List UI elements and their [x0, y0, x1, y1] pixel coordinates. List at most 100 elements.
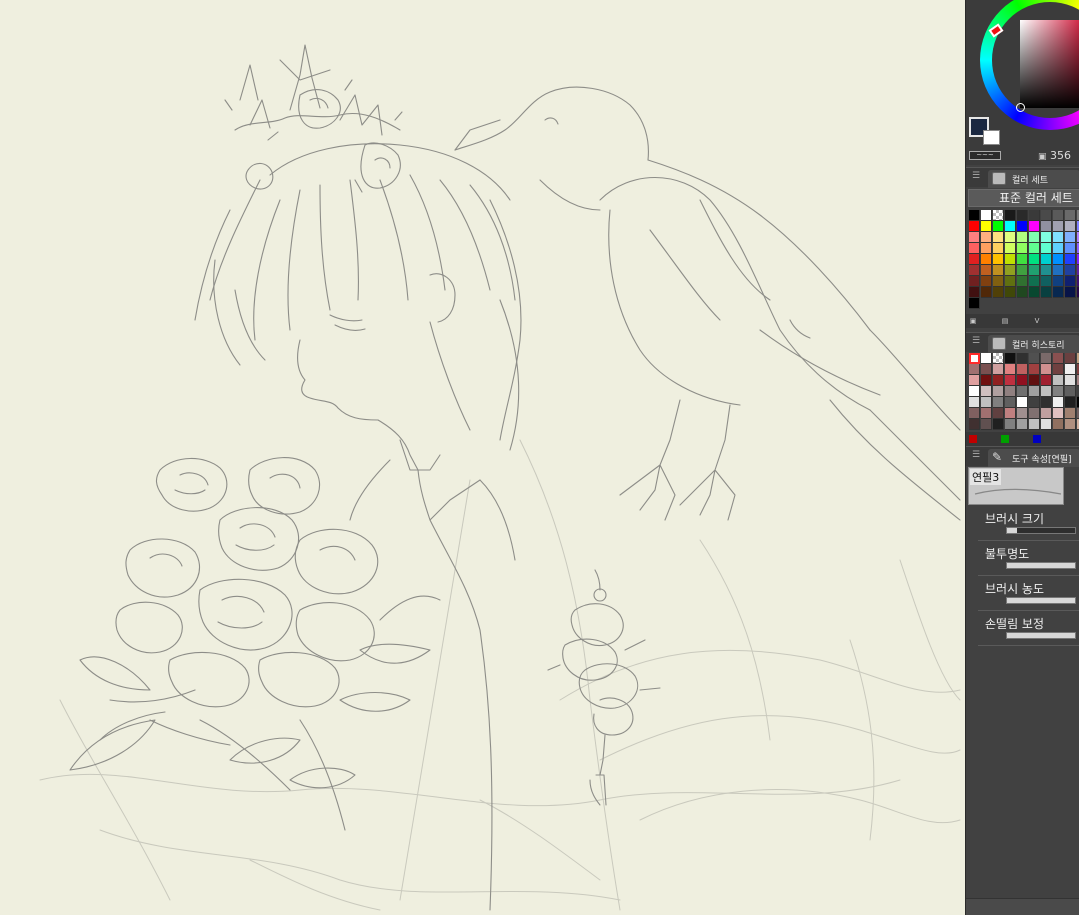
color-swatch[interactable] — [1029, 221, 1040, 232]
color-swatch[interactable] — [981, 408, 992, 419]
quick-color-swatch[interactable] — [969, 435, 977, 443]
color-swatch[interactable] — [1029, 276, 1040, 287]
color-swatch[interactable] — [969, 353, 980, 364]
color-swatch[interactable] — [981, 364, 992, 375]
color-swatch[interactable] — [1053, 210, 1064, 221]
color-swatch[interactable] — [1041, 353, 1052, 364]
color-swatch[interactable] — [1005, 408, 1016, 419]
color-swatch[interactable] — [969, 232, 980, 243]
color-swatch[interactable] — [993, 353, 1004, 364]
color-swatch[interactable] — [969, 375, 980, 386]
sv-picker-marker[interactable] — [1016, 103, 1025, 112]
color-swatch[interactable] — [1065, 353, 1076, 364]
color-swatch[interactable] — [993, 408, 1004, 419]
color-swatch[interactable] — [1053, 419, 1064, 430]
tool-property-slider[interactable] — [1006, 597, 1076, 604]
color-swatch[interactable] — [993, 375, 1004, 386]
color-swatch[interactable] — [1029, 254, 1040, 265]
quick-color-swatch[interactable] — [1033, 435, 1041, 443]
color-swatch[interactable] — [969, 287, 980, 298]
color-swatch[interactable] — [1017, 221, 1028, 232]
panel-menu-icon[interactable]: ☰ — [972, 336, 980, 346]
color-swatch[interactable] — [993, 397, 1004, 408]
color-swatch[interactable] — [1017, 265, 1028, 276]
color-swatch[interactable] — [1029, 386, 1040, 397]
tool-property-slider[interactable] — [1006, 527, 1076, 534]
color-swatch[interactable] — [1065, 221, 1076, 232]
color-swatch[interactable] — [1029, 408, 1040, 419]
color-swatch[interactable] — [1005, 419, 1016, 430]
color-swatch[interactable] — [981, 254, 992, 265]
color-swatch[interactable] — [1041, 375, 1052, 386]
saturation-value-square[interactable] — [1020, 20, 1079, 108]
color-swatch[interactable] — [1065, 408, 1076, 419]
color-swatch[interactable] — [981, 243, 992, 254]
color-swatch[interactable] — [1017, 408, 1028, 419]
color-swatch[interactable] — [1017, 243, 1028, 254]
disk-icon[interactable]: ▣ — [969, 317, 977, 325]
color-swatch[interactable] — [981, 210, 992, 221]
color-swatch[interactable] — [1005, 364, 1016, 375]
color-swatch[interactable] — [993, 254, 1004, 265]
color-swatch[interactable] — [1005, 265, 1016, 276]
color-swatch[interactable] — [1005, 375, 1016, 386]
color-swatch[interactable] — [1053, 221, 1064, 232]
color-swatch[interactable] — [1005, 243, 1016, 254]
color-swatch[interactable] — [1017, 397, 1028, 408]
color-swatch[interactable] — [1041, 364, 1052, 375]
color-swatch[interactable] — [981, 419, 992, 430]
color-swatch[interactable] — [969, 364, 980, 375]
color-swatch[interactable] — [1017, 353, 1028, 364]
color-swatch[interactable] — [1017, 232, 1028, 243]
tool-property-slider[interactable] — [1006, 632, 1076, 639]
color-swatch[interactable] — [1041, 287, 1052, 298]
color-swatch[interactable] — [1041, 397, 1052, 408]
color-swatch[interactable] — [1005, 210, 1016, 221]
color-swatch[interactable] — [1053, 276, 1064, 287]
color-swatch[interactable] — [969, 386, 980, 397]
color-swatch[interactable] — [1017, 375, 1028, 386]
color-swatch[interactable] — [1029, 265, 1040, 276]
check-icon[interactable]: V — [1033, 317, 1041, 325]
color-swatch[interactable] — [1053, 397, 1064, 408]
color-swatch[interactable] — [993, 232, 1004, 243]
color-swatch[interactable] — [1017, 210, 1028, 221]
color-swatch[interactable] — [993, 243, 1004, 254]
color-swatch[interactable] — [1065, 276, 1076, 287]
quick-color-swatch[interactable] — [1001, 435, 1009, 443]
color-swatch[interactable] — [1041, 210, 1052, 221]
color-swatch[interactable] — [1041, 276, 1052, 287]
color-swatch[interactable] — [1065, 243, 1076, 254]
color-swatch[interactable] — [1005, 254, 1016, 265]
color-swatch[interactable] — [1065, 210, 1076, 221]
color-swatch[interactable] — [1017, 254, 1028, 265]
color-swatch[interactable] — [993, 265, 1004, 276]
color-swatch[interactable] — [993, 419, 1004, 430]
color-swatch[interactable] — [969, 210, 980, 221]
color-swatch[interactable] — [969, 408, 980, 419]
color-swatch[interactable] — [993, 287, 1004, 298]
color-swatch[interactable] — [1041, 408, 1052, 419]
color-swatch[interactable] — [1041, 419, 1052, 430]
color-swatch[interactable] — [1053, 353, 1064, 364]
color-swatch[interactable] — [1029, 210, 1040, 221]
color-swatch[interactable] — [1005, 386, 1016, 397]
color-swatch[interactable] — [1005, 276, 1016, 287]
color-swatch[interactable] — [1065, 254, 1076, 265]
color-swatch[interactable] — [981, 287, 992, 298]
color-set-selector[interactable]: 표준 컬러 세트 — [968, 189, 1079, 207]
color-swatch[interactable] — [1005, 287, 1016, 298]
panel-menu-icon[interactable]: ☰ — [972, 450, 980, 460]
color-swatch[interactable] — [1005, 232, 1016, 243]
color-swatch[interactable] — [981, 386, 992, 397]
color-swatch[interactable] — [981, 276, 992, 287]
color-swatch[interactable] — [1053, 265, 1064, 276]
color-swatch[interactable] — [969, 254, 980, 265]
color-swatch[interactable] — [1053, 254, 1064, 265]
color-swatch[interactable] — [1017, 364, 1028, 375]
transparent-color-toggle[interactable]: ~~~ — [969, 151, 1001, 160]
color-swatch[interactable] — [1065, 419, 1076, 430]
color-swatch[interactable] — [981, 353, 992, 364]
color-swatch[interactable] — [1017, 276, 1028, 287]
color-swatch[interactable] — [1053, 386, 1064, 397]
